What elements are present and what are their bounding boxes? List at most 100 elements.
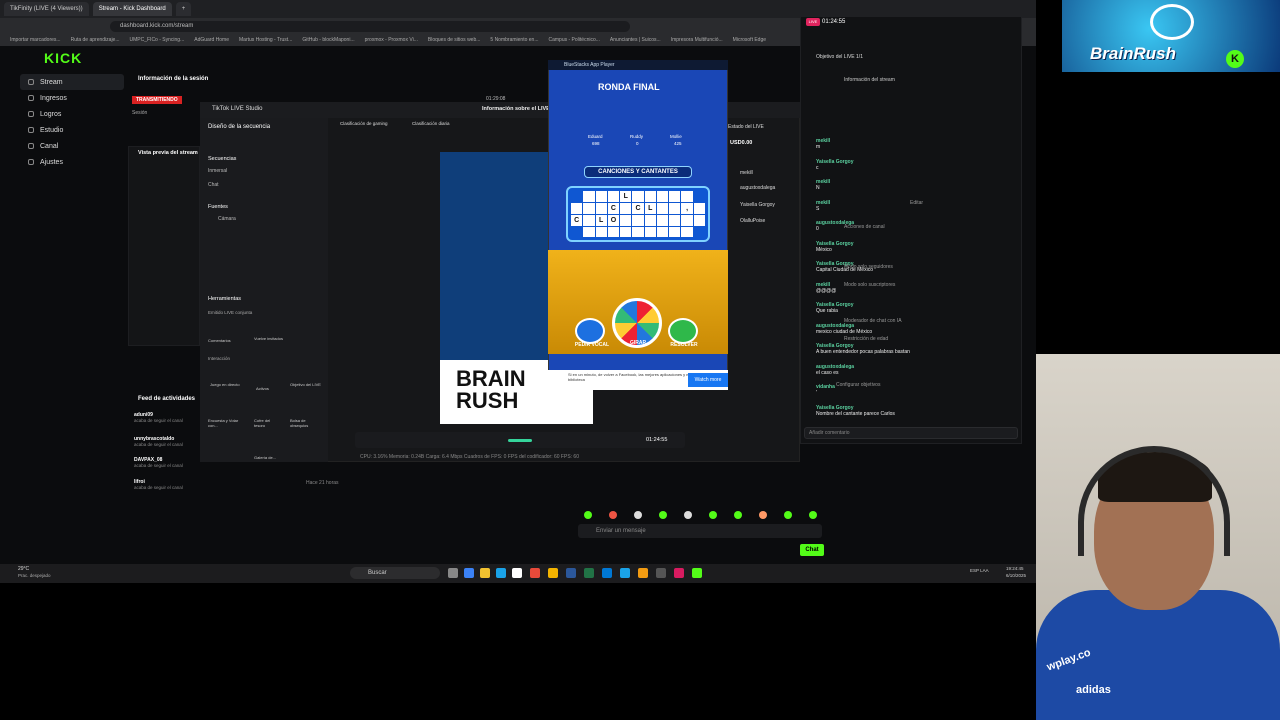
sidebar-item-canal[interactable]: Canal [20, 138, 124, 154]
emote-icon[interactable] [658, 511, 667, 519]
url-input[interactable]: dashboard.kick.com/stream [110, 20, 630, 32]
tiktok-app-icon[interactable] [674, 568, 684, 578]
bookmark-item[interactable]: proxmox - Proxmox Vi... [365, 37, 418, 43]
app-icon[interactable] [620, 568, 630, 578]
chat-send-button[interactable]: Chat [800, 544, 824, 556]
chat-username[interactable]: augustoxdalega [816, 364, 854, 370]
ranking-daily[interactable]: Clasificación diaria [412, 121, 450, 126]
tool-invites[interactable]: Vuelve invitados [254, 336, 283, 341]
app-icon[interactable] [656, 568, 666, 578]
chat-message: Yaisella Gorgoy Que rabia [816, 302, 854, 314]
kick-logo[interactable]: KICK [44, 50, 82, 66]
app-icon[interactable] [638, 568, 648, 578]
emote-icon[interactable] [808, 511, 817, 519]
chat-username[interactable]: Yaisella Gorgoy [816, 159, 854, 165]
menu-followers-only[interactable]: Modo solo seguidores [844, 264, 893, 270]
chat-live-time: 01:24:55 [822, 19, 846, 25]
viewer-item[interactable]: augustoxdalega [740, 185, 775, 191]
viewer-item[interactable]: Yaisella Gorgoy [740, 202, 775, 208]
folder-icon[interactable] [480, 568, 490, 578]
browser-tab-kick[interactable]: Stream - Kick Dashboard [92, 2, 172, 16]
menu-age-restriction[interactable]: Restricción de edad [844, 336, 888, 342]
watch-more-button[interactable]: Watch more [688, 373, 728, 387]
browser-tab-tikfinity[interactable]: TikFinity (LIVE (4 Viewers)) [4, 2, 89, 16]
emote-icon[interactable] [783, 511, 792, 519]
bookmark-item[interactable]: 5 Nombramiento en... [490, 37, 538, 43]
weather-temp[interactable]: 29°C [18, 566, 29, 572]
taskbar-search[interactable]: Buscar [350, 567, 440, 579]
chrome-icon[interactable] [548, 568, 558, 578]
app-icon[interactable] [530, 568, 540, 578]
app-icon[interactable] [512, 568, 522, 578]
store-icon[interactable] [496, 568, 506, 578]
bookmark-item[interactable]: AdGuard Home [194, 37, 229, 43]
viewer-item[interactable]: OlalluPoise [740, 218, 765, 224]
tool-gallery[interactable]: Galería de... [254, 455, 276, 460]
tool-treasure[interactable]: Cofre del tesoro [254, 418, 280, 428]
tool-gift-bag[interactable]: Bolsa de obsequios [290, 418, 320, 428]
tool-assets[interactable]: Activos [256, 386, 269, 391]
emote-icon[interactable] [633, 511, 642, 519]
new-tab-button[interactable]: + [175, 2, 192, 16]
source-item[interactable]: Cámara [218, 216, 236, 222]
bookmark-item[interactable]: Anunciantes | Suicos... [610, 37, 661, 43]
performance-stats: CPU: 3.16% Memoria: 0.24B Carga: 6.4 Mbp… [360, 454, 579, 460]
board-cell [583, 227, 595, 237]
bookmark-item[interactable]: Importar marcadores... [10, 37, 61, 43]
player-name: Ruddy [630, 134, 644, 139]
sequence-item[interactable]: Inmersal [208, 168, 227, 174]
sidebar-item-logros[interactable]: Logros [20, 106, 124, 122]
bookmark-item[interactable]: UMPC_FICo - Syncing... [130, 37, 185, 43]
bookmark-item[interactable]: Campus - Politécnico... [549, 37, 600, 43]
tool-comments[interactable]: Comentarios [208, 338, 231, 343]
emote-icon[interactable] [733, 511, 742, 519]
menu-subscribers-only[interactable]: Modo solo suscriptores [844, 282, 895, 288]
emote-icon[interactable] [583, 511, 592, 519]
message-input[interactable]: Enviar un mensaje [578, 524, 822, 538]
solve-button[interactable] [668, 318, 698, 344]
ranking-gaming[interactable]: Clasificación de gaming [340, 121, 388, 126]
menu-set-goals[interactable]: Configurar objetivos [836, 382, 880, 388]
live-timer: 01:29:08 [486, 96, 506, 102]
emote-icon[interactable] [683, 511, 692, 519]
bookmark-item[interactable]: Ruta de aprendizaje... [71, 37, 120, 43]
sequence-item[interactable]: Chat [208, 182, 219, 188]
sidebar-item-ajustes[interactable]: Ajustes [20, 154, 124, 170]
chat-text: N [816, 185, 820, 191]
chat-username[interactable]: Yaisella Gorgoy [816, 241, 854, 247]
bookmark-item[interactable]: GitHub - blockMaponi... [302, 37, 354, 43]
viewer-item[interactable]: mekill [740, 170, 753, 176]
chat-text: Mèxico [816, 246, 832, 253]
tool-live-goal[interactable]: Objetivo del LIVE [290, 382, 322, 387]
edge-icon[interactable] [464, 568, 474, 578]
tool-poll[interactable]: Encuesta y Votar con... [208, 418, 240, 428]
menu-ai-moderator[interactable]: Moderador de chat con IA [844, 318, 902, 324]
sidebar-item-stream[interactable]: Stream [20, 74, 124, 90]
bookmark-item[interactable]: Bloques de sitios web... [428, 37, 481, 43]
menu-channel-actions[interactable]: Acciones de canal [844, 224, 885, 230]
sidebar-item-estudio[interactable]: Estudio [20, 122, 124, 138]
volume-slider[interactable] [508, 439, 532, 442]
bookmark-item[interactable]: Martus Hosting - Trust... [239, 37, 292, 43]
ask-vowel-button[interactable] [575, 318, 605, 344]
emote-icon[interactable] [708, 511, 717, 519]
bookmark-item[interactable]: Microsoft Edge [733, 37, 766, 43]
sources-title: Fuentes [208, 204, 228, 210]
taskview-icon[interactable] [448, 568, 458, 578]
keyboard-language[interactable]: ESP LAA [970, 568, 989, 573]
kick-sidebar: Stream Ingresos Logros Estudio Canal Aju… [20, 74, 124, 170]
bookmark-item[interactable]: Impresora Multifunció... [671, 37, 723, 43]
tool-live-game[interactable]: Juego en directo [210, 382, 240, 387]
outlook-icon[interactable] [602, 568, 612, 578]
chat-username[interactable]: vidanha [816, 384, 835, 390]
word-icon[interactable] [566, 568, 576, 578]
menu-edit[interactable]: Editar [910, 200, 923, 206]
sidebar-item-ingresos[interactable]: Ingresos [20, 90, 124, 106]
bluestacks-icon[interactable] [692, 568, 702, 578]
feed-text: acaba de seguir el canal [134, 442, 183, 447]
emote-icon[interactable] [758, 511, 767, 519]
chat-username[interactable]: mekill [816, 200, 830, 206]
comment-input[interactable]: Añadir comentario [804, 427, 1018, 439]
emote-icon[interactable] [608, 511, 617, 519]
excel-icon[interactable] [584, 568, 594, 578]
